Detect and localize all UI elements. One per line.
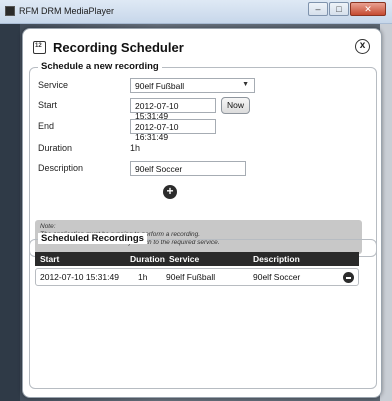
description-input[interactable]: 90elf Soccer <box>130 161 246 176</box>
end-label: End <box>38 121 55 131</box>
remove-recording-button[interactable] <box>343 272 354 283</box>
maximize-button[interactable]: □ <box>329 2 349 16</box>
column-header-service[interactable]: Service <box>169 254 199 264</box>
chevron-down-icon: ▼ <box>242 81 249 88</box>
column-header-duration[interactable]: Duration <box>130 254 165 264</box>
dialog-close-button[interactable]: x <box>355 39 370 54</box>
row-start: 2012-07-10 15:31:49 <box>40 272 119 282</box>
app-icon <box>5 6 15 16</box>
duration-label: Duration <box>38 143 73 153</box>
window-titlebar: RFM DRM MediaPlayer – □ ✕ <box>0 0 392 24</box>
end-input[interactable]: 2012-07-10 16:31:49 <box>130 119 216 142</box>
note-title: Note: <box>40 223 56 230</box>
service-selected-value: 90elf Fußball <box>135 81 185 91</box>
row-duration: 1h <box>138 272 148 282</box>
minimize-button[interactable]: – <box>308 2 328 16</box>
add-recording-button[interactable]: + <box>163 185 177 199</box>
end-row: End 2012-07-10 16:31:49 <box>38 119 368 142</box>
row-service: 90elf Fußball <box>166 272 216 282</box>
description-label: Description <box>38 163 84 173</box>
scheduled-group-legend: Scheduled Recordings <box>38 233 147 244</box>
start-row: Start 2012-07-10 15:31:49 Now <box>38 97 368 121</box>
calendar-icon <box>33 41 46 54</box>
service-label: Service <box>38 80 69 90</box>
description-row: Description 90elf Soccer <box>38 161 368 177</box>
service-select[interactable]: 90elf Fußball ▼ <box>130 78 255 93</box>
app-left-panel <box>0 24 20 401</box>
row-description: 90elf Soccer <box>253 272 301 282</box>
scheduled-recordings-group: Scheduled Recordings Start Duration Serv… <box>29 233 377 389</box>
column-header-description[interactable]: Description <box>253 254 300 264</box>
schedule-new-recording-group: Schedule a new recording Service 90elf F… <box>29 61 377 257</box>
window-close-button[interactable]: ✕ <box>350 2 386 16</box>
dialog-title: Recording Scheduler <box>53 40 184 55</box>
table-row[interactable]: 2012-07-10 15:31:49 1h 90elf Fußball 90e… <box>35 268 359 286</box>
duration-value: 1h <box>130 143 141 153</box>
start-label: Start <box>38 100 58 110</box>
column-header-start[interactable]: Start <box>40 254 59 264</box>
recording-scheduler-dialog: Recording Scheduler x Schedule a new rec… <box>22 28 382 398</box>
schedule-group-legend: Schedule a new recording <box>38 61 162 72</box>
now-button[interactable]: Now <box>221 97 251 114</box>
table-header: Start Duration Service Description <box>35 252 359 266</box>
service-row: Service 90elf Fußball ▼ <box>38 78 368 94</box>
duration-row: Duration 1h <box>38 141 368 157</box>
dialog-header: Recording Scheduler x <box>33 39 373 59</box>
window-title: RFM DRM MediaPlayer <box>19 6 115 16</box>
start-input[interactable]: 2012-07-10 15:31:49 <box>130 98 216 121</box>
